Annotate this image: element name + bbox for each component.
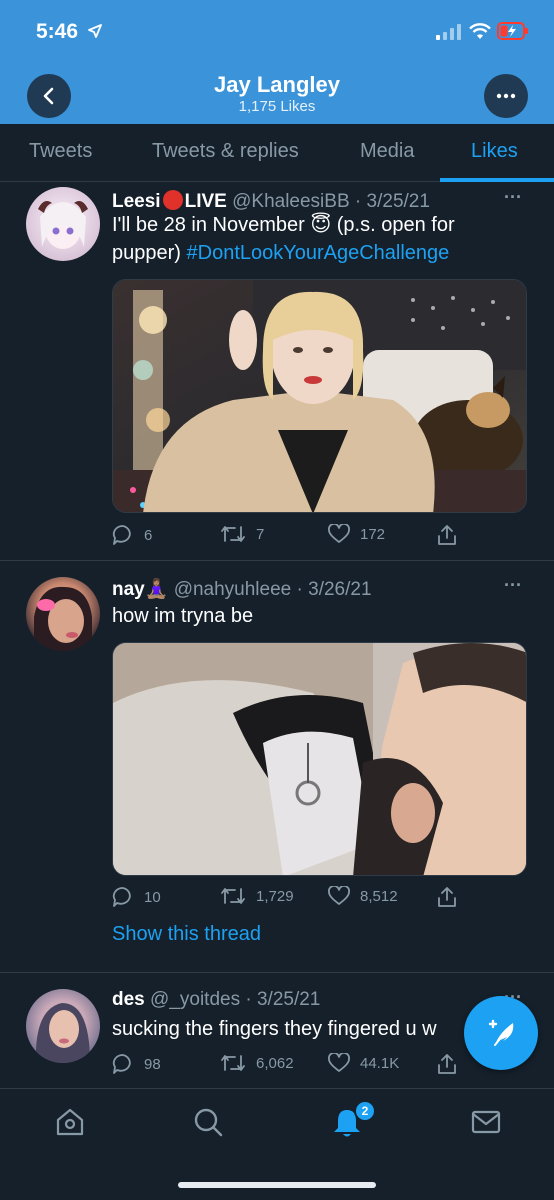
- share-icon: [438, 887, 456, 907]
- tweet[interactable]: nay🧘🏽‍♀️ @nahyuhleee · 3/26/21 ··· how i…: [0, 561, 554, 973]
- retweet-icon: [221, 526, 245, 542]
- avatar[interactable]: [26, 577, 100, 651]
- tweet-date: 3/25/21: [256, 989, 321, 1010]
- retweet-count: 6,062: [256, 1054, 294, 1072]
- avatar[interactable]: [26, 187, 100, 261]
- tweet-date: 3/26/21: [308, 579, 372, 600]
- share-icon: [438, 525, 456, 545]
- wifi-icon: [469, 23, 491, 39]
- reply-icon: [112, 525, 131, 545]
- tweet-text: sucking the fingers they fingered u w: [112, 1018, 437, 1040]
- cellular-signal-icon: [436, 24, 461, 40]
- like-count: 172: [360, 525, 386, 543]
- messages-envelope-icon[interactable]: [471, 1107, 501, 1137]
- author-name[interactable]: Leesi: [112, 191, 161, 212]
- like-count: 44.1K: [360, 1054, 400, 1072]
- tab-media[interactable]: Media: [360, 140, 414, 163]
- compose-tweet-button[interactable]: [464, 996, 538, 1070]
- tweet-actions: 98 6,062 44.1K: [112, 1053, 512, 1079]
- location-arrow-icon: [88, 24, 102, 38]
- reply-icon: [112, 887, 131, 907]
- tweet-header: nay🧘🏽‍♀️ @nahyuhleee · 3/26/21: [112, 579, 372, 600]
- heart-icon: [328, 886, 350, 905]
- tweet-actions: 10 1,729 8,512: [112, 886, 512, 912]
- profile-name: Jay Langley: [214, 72, 340, 97]
- more-options-button[interactable]: [484, 74, 528, 118]
- reply-button[interactable]: 98: [112, 1053, 161, 1075]
- reply-count: 10: [144, 888, 161, 906]
- author-handle[interactable]: @nahyuhleee: [174, 579, 292, 600]
- red-circle-icon: [162, 190, 183, 210]
- show-thread-link[interactable]: Show this thread: [112, 923, 261, 946]
- more-dots-icon: [496, 93, 516, 99]
- status-bar: 5:46: [0, 0, 554, 64]
- tab-likes[interactable]: Likes: [471, 140, 518, 163]
- tweet-more-button[interactable]: ···: [504, 575, 522, 596]
- tweet-more-button[interactable]: ···: [504, 187, 522, 208]
- tab-tweets[interactable]: Tweets: [29, 140, 92, 163]
- reply-icon: [112, 1054, 131, 1074]
- share-button[interactable]: [436, 524, 458, 546]
- reply-count: 98: [144, 1055, 161, 1073]
- profile-header: 5:46 Jay Langley 1,175 Likes: [0, 0, 554, 124]
- author-handle[interactable]: @KhaleesiBB: [232, 191, 350, 212]
- like-button[interactable]: 44.1K: [328, 1053, 399, 1073]
- tweet-text-line: I'll be 28 in November 😇 (p.s. open for: [112, 214, 455, 236]
- retweet-button[interactable]: 7: [220, 524, 264, 544]
- notifications-badge: 2: [354, 1100, 376, 1122]
- tweet-header: Leesi LIVE @KhaleesiBB · 3/25/21: [112, 190, 430, 212]
- heart-icon: [328, 1053, 350, 1072]
- compose-feather-icon: [488, 1019, 514, 1046]
- tweet-actions: 6 7 172: [112, 524, 512, 550]
- tweet-media-image[interactable]: [112, 642, 527, 876]
- tweet-header: des @_yoitdes · 3/25/21: [112, 989, 321, 1010]
- retweet-button[interactable]: 6,062: [220, 1053, 294, 1073]
- author-name[interactable]: nay🧘🏽‍♀️: [112, 579, 168, 600]
- tweet-media-image[interactable]: [112, 279, 527, 513]
- author-name-suffix[interactable]: LIVE: [185, 191, 227, 212]
- tweet-text: how im tryna be: [112, 605, 254, 627]
- avatar[interactable]: [26, 989, 100, 1063]
- status-time: 5:46: [36, 20, 79, 43]
- like-button[interactable]: 172: [328, 524, 385, 544]
- profile-likes-count: 1,175 Likes: [238, 98, 316, 115]
- author-name[interactable]: des: [112, 989, 145, 1010]
- share-button[interactable]: [436, 886, 458, 908]
- reply-button[interactable]: 10: [112, 886, 161, 908]
- tab-tweets-and-replies[interactable]: Tweets & replies: [152, 140, 299, 163]
- retweet-button[interactable]: 1,729: [220, 886, 294, 906]
- tweet-date: 3/25/21: [366, 191, 430, 212]
- reply-button[interactable]: 6: [112, 524, 152, 546]
- tweet[interactable]: Leesi LIVE @KhaleesiBB · 3/25/21 ··· I'll…: [0, 183, 554, 561]
- retweet-icon: [221, 888, 245, 904]
- retweet-count: 7: [256, 525, 265, 543]
- retweet-count: 1,729: [256, 887, 294, 905]
- home-icon[interactable]: [55, 1107, 85, 1137]
- profile-tabs: Tweets Tweets & replies Media Likes: [0, 124, 554, 182]
- tweet-text-line: pupper): [112, 242, 181, 264]
- hashtag-link[interactable]: #DontLookYourAgeChallenge: [187, 242, 450, 264]
- photo-woman-with-dog: [113, 280, 526, 512]
- photo-couple: [113, 643, 526, 875]
- tweet-text: I'll be 28 in November 😇 (p.s. open for …: [112, 211, 532, 267]
- like-count: 8,512: [360, 887, 398, 905]
- share-icon: [438, 1054, 456, 1074]
- active-tab-indicator: [440, 178, 554, 182]
- reply-count: 6: [144, 526, 153, 544]
- avatar-photo: [35, 1003, 90, 1063]
- avatar-illustration: [38, 201, 88, 249]
- share-button[interactable]: [436, 1053, 458, 1075]
- author-handle[interactable]: @_yoitdes: [150, 989, 240, 1010]
- search-icon[interactable]: [193, 1107, 223, 1137]
- like-button[interactable]: 8,512: [328, 886, 398, 906]
- heart-icon: [328, 524, 350, 543]
- home-indicator[interactable]: [178, 1182, 376, 1188]
- battery-charging-icon: [497, 22, 528, 40]
- avatar-photo: [34, 586, 92, 651]
- retweet-icon: [221, 1055, 245, 1071]
